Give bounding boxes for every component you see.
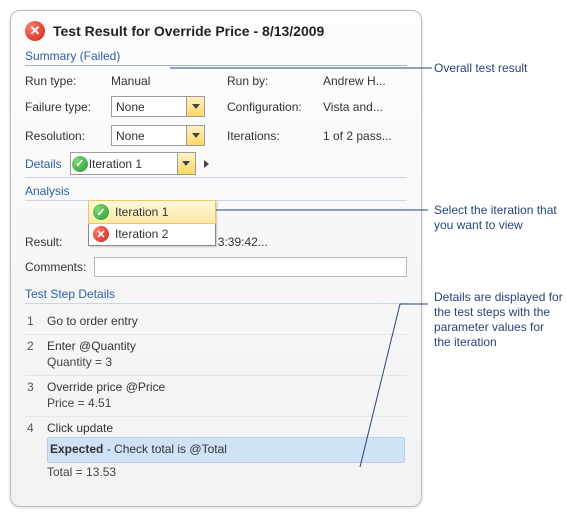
divider (25, 200, 407, 201)
iterations-value: 1 of 2 pass... (323, 129, 413, 143)
pass-icon: ✓ (71, 156, 89, 172)
step-text: Enter @Quantity (47, 339, 136, 353)
steps-list: 1 Go to order entry 2 Enter @Quantity Qu… (25, 310, 407, 485)
iteration-option[interactable]: ✓ Iteration 1 (88, 200, 216, 224)
result-label: Result: (25, 235, 62, 249)
iterations-label: Iterations: (227, 129, 317, 143)
resolution-label: Resolution: (25, 129, 105, 143)
step-row: 4 Click update Expected - Check total is… (25, 417, 407, 485)
run-type-label: Run type: (25, 74, 105, 88)
test-result-panel: ✕ Test Result for Override Price - 8/13/… (10, 10, 422, 507)
callout-iteration: Select the iteration that you want to vi… (434, 203, 564, 233)
callout-overall: Overall test result (434, 61, 564, 76)
details-row: Details ✓ Iteration 1 (25, 152, 407, 175)
expected-row: Expected - Check total is @Total (47, 437, 405, 463)
step-text: Override price @Price (47, 380, 165, 394)
panel-title-row: ✕ Test Result for Override Price - 8/13/… (25, 21, 407, 41)
fail-icon: ✕ (93, 226, 109, 242)
expected-label: Expected (50, 442, 103, 456)
summary-heading: Summary (Failed) (25, 49, 407, 63)
chevron-down-icon[interactable] (177, 153, 195, 174)
step-number: 1 (27, 314, 39, 328)
divider (25, 303, 407, 304)
test-step-details-heading: Test Step Details (25, 287, 407, 301)
expected-text: - Check total is @Total (103, 442, 227, 456)
chevron-right-icon[interactable] (204, 160, 209, 168)
step-number: 4 (27, 421, 39, 435)
step-row: 3 Override price @Price Price = 4.51 (25, 376, 407, 417)
callout-details: Details are displayed for the test steps… (434, 290, 564, 350)
step-number: 3 (27, 380, 39, 394)
panel-title: Test Result for Override Price - 8/13/20… (53, 23, 324, 39)
comments-label: Comments: (25, 260, 86, 274)
error-icon: ✕ (25, 21, 45, 41)
step-text: Click update (47, 421, 113, 435)
run-by-value: Andrew H... (323, 74, 413, 88)
run-by-label: Run by: (227, 74, 317, 88)
analysis-row: Result: Date started: 8/13/09 3:39:42... (25, 235, 407, 249)
step-text: Go to order entry (47, 314, 138, 328)
iteration-option[interactable]: ✕ Iteration 2 (89, 223, 215, 245)
iteration-dropdown[interactable]: ✓ Iteration 1 ✕ Iteration 2 (88, 200, 216, 246)
configuration-value: Vista and... (323, 100, 413, 114)
step-number: 2 (27, 339, 39, 353)
configuration-label: Configuration: (227, 100, 317, 114)
resolution-combo-value: None (112, 129, 186, 143)
failure-type-combo[interactable]: None (111, 96, 205, 117)
comments-row: Comments: (25, 257, 407, 277)
step-param: Quantity = 3 (47, 355, 405, 369)
iteration-combo-value: Iteration 1 (89, 157, 177, 171)
summary-grid: Run type: Manual Run by: Andrew H... Fai… (25, 74, 407, 146)
failure-type-label: Failure type: (25, 100, 105, 114)
iteration-combo[interactable]: ✓ Iteration 1 (70, 152, 196, 175)
divider (25, 177, 407, 178)
step-param: Total = 13.53 (47, 465, 405, 479)
run-type-value: Manual (111, 74, 221, 88)
failure-type-combo-value: None (112, 100, 186, 114)
comments-input[interactable] (94, 257, 407, 277)
divider (25, 65, 407, 66)
pass-icon: ✓ (93, 204, 109, 220)
step-row: 2 Enter @Quantity Quantity = 3 (25, 335, 407, 376)
step-param: Price = 4.51 (47, 396, 405, 410)
details-label: Details (25, 157, 62, 171)
chevron-down-icon[interactable] (186, 97, 204, 116)
resolution-combo[interactable]: None (111, 125, 205, 146)
iteration-option-label: Iteration 2 (115, 227, 168, 241)
chevron-down-icon[interactable] (186, 126, 204, 145)
step-row: 1 Go to order entry (25, 310, 407, 335)
iteration-option-label: Iteration 1 (115, 205, 168, 219)
analysis-heading: Analysis (25, 184, 407, 198)
